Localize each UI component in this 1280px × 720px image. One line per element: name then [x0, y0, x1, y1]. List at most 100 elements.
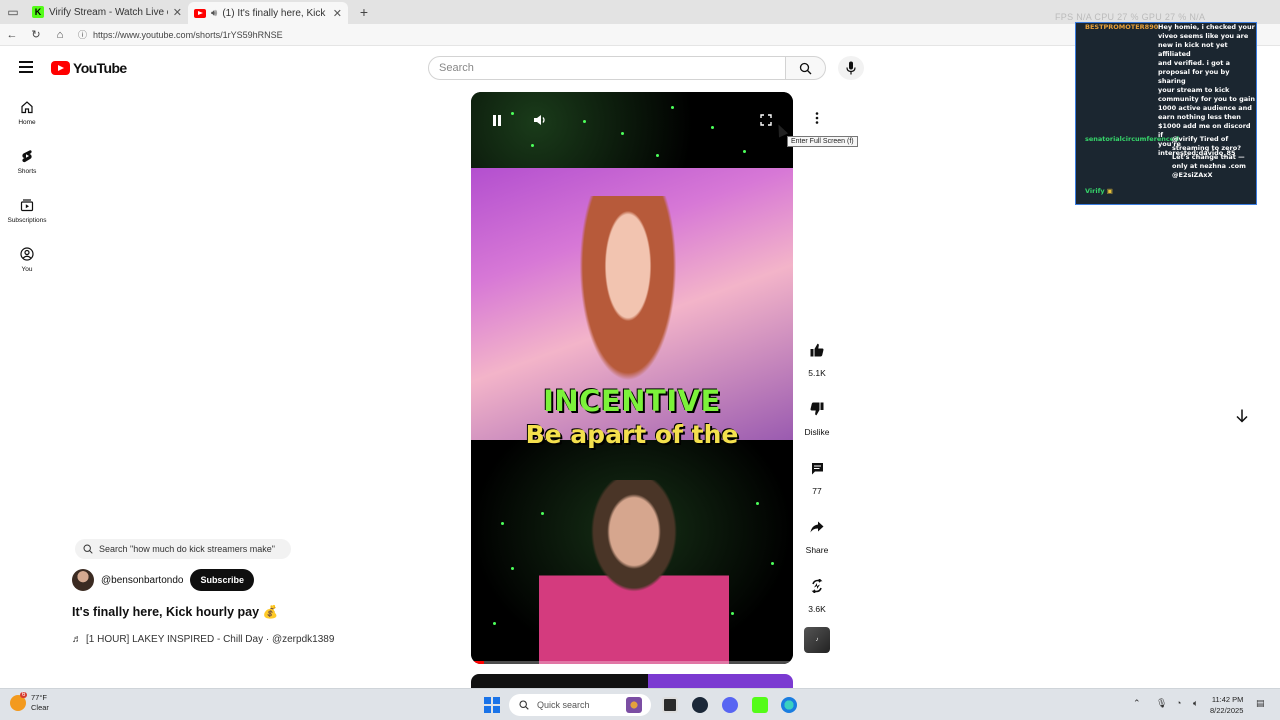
short-title: It's finally here, Kick hourly pay 💰	[72, 605, 279, 619]
url-text: https://www.youtube.com/shorts/1rYS59hRN…	[93, 29, 283, 40]
like-button[interactable]: 5.1K	[799, 336, 835, 395]
caption-line-1: INCENTIVE	[543, 384, 721, 418]
chat-username: Virify	[1085, 187, 1105, 195]
close-icon[interactable]: ✕	[333, 7, 342, 20]
logo-text: YouTube	[73, 60, 127, 76]
caption-line-2: Be apart of the	[525, 420, 739, 449]
notifications-icon[interactable]: ▤	[1256, 698, 1265, 709]
chat-message-line: viveo seems like you are	[1158, 32, 1249, 40]
browser-tab-strip: ▭ K Virify Stream - Watch Live on Kick ✕…	[0, 0, 1280, 24]
home-icon	[21, 101, 33, 114]
youtube-icon	[194, 8, 206, 18]
channel-handle[interactable]: @bensonbartondo	[101, 575, 183, 586]
search-input[interactable]: Search	[428, 56, 786, 80]
related-search-chip[interactable]: Search "how much do kick streamers make"	[75, 539, 291, 559]
weather-widget[interactable]: 6 77°F Clear	[10, 692, 49, 713]
start-icon[interactable]	[484, 697, 500, 713]
wifi-icon[interactable]: ◔	[1176, 698, 1181, 708]
sidebar-item-label: Shorts	[17, 168, 37, 175]
clock-time: 11:42 PM	[1211, 695, 1244, 704]
sound-thumbnail[interactable]: ♪	[804, 627, 830, 653]
comment-count: 77	[812, 486, 822, 496]
you-icon	[20, 247, 34, 261]
like-count: 5.1K	[808, 368, 826, 378]
sidebar-item-you[interactable]: You	[0, 243, 54, 292]
notification-badge: 6	[20, 692, 28, 698]
new-tab-icon[interactable]: +	[354, 4, 374, 20]
guide-mini: Home Shorts Subscriptions You	[0, 96, 54, 292]
chat-message-line: new in kick not yet affiliated	[1158, 41, 1228, 58]
kick-app-icon[interactable]	[752, 697, 768, 713]
youtube-logo[interactable]: YouTube	[51, 60, 127, 76]
edge-icon[interactable]	[781, 697, 797, 713]
task-view-icon[interactable]	[662, 697, 678, 713]
close-icon[interactable]: ✕	[173, 6, 182, 19]
kick-icon: K	[32, 6, 44, 18]
share-icon	[810, 521, 824, 533]
video-progress-bar[interactable]	[471, 661, 793, 664]
microphone-tray-icon[interactable]: 🎙︎	[1156, 698, 1167, 709]
kick-chat-overlay: BESTPROMOTER890 Hey homie, i checked you…	[1075, 22, 1257, 205]
chat-message-line: proposal for you by sharing	[1158, 68, 1230, 85]
next-short-preview[interactable]	[471, 674, 793, 688]
tab-actions-icon[interactable]: ▭	[0, 0, 26, 24]
sidebar-item-shorts[interactable]: Shorts	[0, 145, 54, 194]
fullscreen-tooltip: Enter Full Screen (f)	[787, 136, 858, 147]
youtube-play-icon	[51, 61, 70, 75]
thumb-up-icon	[810, 343, 824, 357]
comments-button[interactable]: 77	[799, 454, 835, 513]
more-vert-icon	[815, 112, 819, 124]
weather-sun-icon: 6	[10, 692, 28, 711]
music-link[interactable]: ♬ [1 HOUR] LAKEY INSPIRED - Chill Day · …	[72, 634, 334, 645]
subscribe-button[interactable]: Subscribe	[190, 569, 254, 591]
site-info-icon[interactable]: ⓘ	[78, 28, 87, 41]
tab-youtube-short[interactable]: 🔊︎ (1) It's finally here, Kick hourly ✕	[188, 2, 348, 24]
sidebar-item-label: Subscriptions	[7, 217, 47, 224]
back-icon[interactable]: ←	[0, 29, 24, 41]
chat-message-line: and verified. i got a	[1158, 59, 1230, 67]
copilot-icon[interactable]	[626, 697, 642, 713]
share-button[interactable]: Share	[799, 513, 835, 572]
voice-search-button[interactable]	[838, 56, 864, 80]
arrow-down-icon	[1236, 409, 1248, 423]
weather-temp: 77°F	[31, 693, 47, 702]
pause-button[interactable]	[485, 110, 509, 130]
remix-icon	[811, 579, 823, 593]
dislike-button[interactable]: Dislike	[799, 395, 835, 454]
search-button[interactable]	[786, 56, 826, 80]
thumb-down-icon	[810, 402, 824, 416]
progress-fill	[471, 661, 484, 664]
audio-playing-icon[interactable]: 🔊︎	[211, 8, 217, 19]
weather-condition: Clear	[31, 703, 49, 712]
next-short-button[interactable]	[1230, 404, 1254, 428]
home-browser-icon[interactable]: ⌂	[48, 29, 72, 41]
chat-username: senatorialcircumferenced	[1085, 135, 1179, 143]
avatar[interactable]	[72, 569, 94, 591]
remix-count: 3.6K	[808, 604, 826, 614]
tab-title: (1) It's finally here, Kick hourly	[222, 7, 327, 19]
chat-message-line: @E2siZAxX	[1172, 171, 1213, 179]
system-clock[interactable]: 11:42 PM 8/22/2025	[1210, 694, 1243, 716]
chat-message-line: streaming to zero?	[1172, 144, 1241, 152]
speaker-icon[interactable]: 🔈︎	[1193, 698, 1198, 709]
tab-kick-stream[interactable]: K Virify Stream - Watch Live on Kick ✕	[26, 1, 188, 23]
youtube-masthead: YouTube Search	[0, 46, 1075, 90]
volume-icon	[534, 115, 545, 125]
shorts-video-player[interactable]: INCENTIVE Be apart of the	[471, 92, 793, 664]
more-options-button[interactable]	[805, 106, 829, 130]
channel-row: @bensonbartondo Subscribe	[72, 569, 254, 591]
discord-icon[interactable]	[722, 697, 738, 713]
menu-icon[interactable]	[19, 61, 33, 76]
tray-overflow-icon[interactable]: ⌃	[1133, 698, 1141, 709]
music-note-icon: ♬	[72, 634, 82, 645]
sidebar-item-subscriptions[interactable]: Subscriptions	[0, 194, 54, 243]
volume-button[interactable]	[528, 110, 552, 130]
chat-message-line: @virify Tired of	[1172, 135, 1229, 143]
search-icon	[799, 62, 812, 74]
shorts-icon	[22, 150, 32, 163]
refresh-icon[interactable]: ↻	[24, 28, 48, 41]
steam-icon[interactable]	[692, 697, 708, 713]
comment-icon	[811, 462, 823, 474]
remix-button[interactable]: 3.6K	[799, 572, 835, 631]
sidebar-item-home[interactable]: Home	[0, 96, 54, 145]
